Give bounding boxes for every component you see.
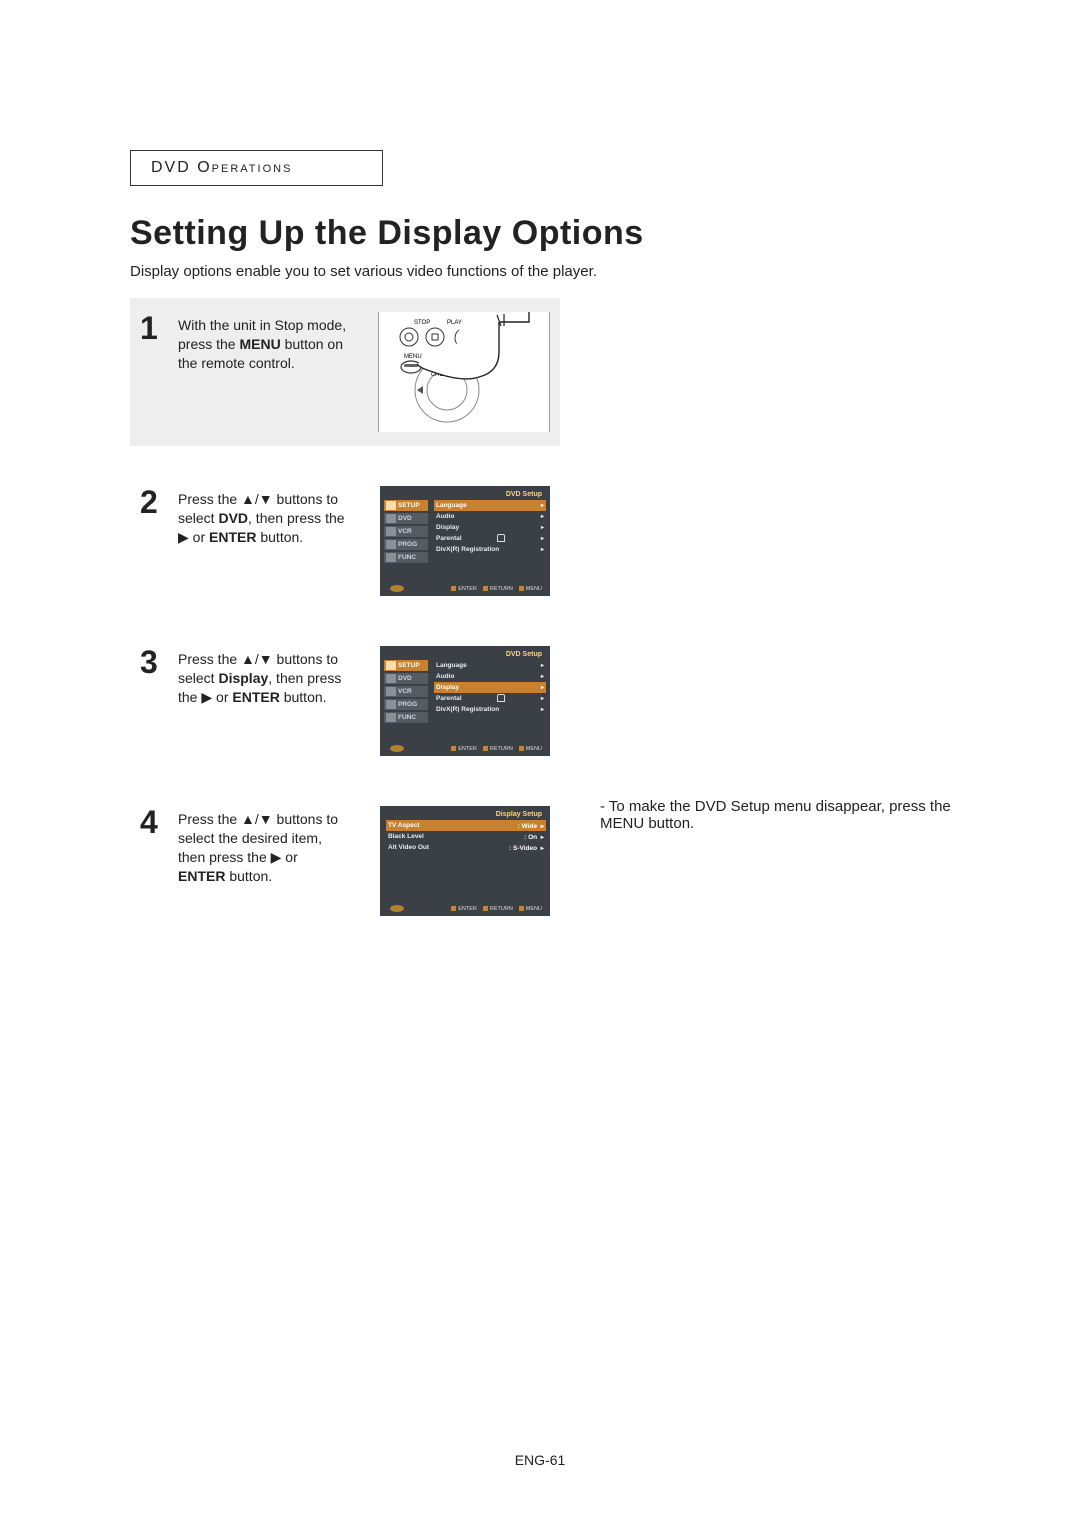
intro-text: Display options enable you to set variou… [130,263,960,280]
note-text: - To make the DVD Setup menu disappear, … [600,798,960,832]
osd-tab-prog: PROG [384,699,428,710]
step-2: 2 Press the ▲/▼ buttons to select DVD, t… [130,476,560,606]
step-1: 1 With the unit in Stop mode, press the … [130,298,560,446]
right-icon: ▶ [271,849,282,865]
ufo-icon [390,745,404,752]
step-number: 3 [140,646,166,678]
manual-page: DVD Operations Setting Up the Display Op… [0,0,1080,1528]
osd-item-parental: Parental▸ [434,693,546,704]
osd-tab-dvd: DVD [384,513,428,524]
play-label: PLAY [447,320,462,326]
menu-label: MENU [404,354,422,360]
osd-item-display: Display▸ [434,682,546,693]
section-tag-text: DVD Operations [151,159,292,176]
osd-tab-func: FUNC [384,552,428,563]
osd-tabs: SETUP DVD VCR PROG FUNC [384,500,428,582]
osd-item-audio: Audio▸ [434,671,546,682]
step-1-text: With the unit in Stop mode, press the ME… [178,316,348,373]
osd-tab-vcr: VCR [384,686,428,697]
screenshot-step4: Display Setup TV Aspect: Wide ▸ Black Le… [380,806,550,916]
step-number: 2 [140,486,166,518]
content-columns: 1 With the unit in Stop mode, press the … [130,298,960,956]
osd-item-language: Language▸ [434,500,546,511]
step-number: 1 [140,312,166,344]
down-icon: ▼ [259,491,273,507]
step-4: 4 Press the ▲/▼ buttons to select the de… [130,796,560,926]
osd-display-setup: Display Setup TV Aspect: Wide ▸ Black Le… [380,806,550,916]
osd-row-tvaspect: TV Aspect: Wide ▸ [386,820,546,831]
osd-footer: ENTER RETURN MENU [384,582,546,592]
notes-column: - To make the DVD Setup menu disappear, … [600,298,960,956]
up-icon: ▲ [241,491,255,507]
lock-icon [497,694,505,702]
osd-item-language: Language▸ [434,660,546,671]
osd-item-display: Display▸ [434,522,546,533]
step-3-text: Press the ▲/▼ buttons to select Display,… [178,650,348,707]
ufo-icon [390,905,404,912]
step-4-text: Press the ▲/▼ buttons to select the desi… [178,810,348,886]
page-number: ENG-61 [0,1452,1080,1468]
osd-item-divx: DivX(R) Registration▸ [434,704,546,715]
down-icon: ▼ [259,811,273,827]
step-2-text: Press the ▲/▼ buttons to select DVD, the… [178,490,348,547]
osd-tab-func: FUNC [384,712,428,723]
step-number: 4 [140,806,166,838]
up-icon: ▲ [241,811,255,827]
down-icon: ▼ [259,651,273,667]
osd-title: DVD Setup [384,650,546,660]
osd-tab-vcr: VCR [384,526,428,537]
osd-row-blacklevel: Black Level: On ▸ [386,831,546,842]
screenshot-step2: DVD Setup SETUP DVD VCR PROG FUNC [380,486,550,596]
osd-tab-prog: PROG [384,539,428,550]
osd-title: Display Setup [384,810,546,820]
stop-label: STOP [414,320,430,326]
up-icon: ▲ [241,651,255,667]
screenshot-step3: DVD Setup SETUP DVD VCR PROG FUNC [380,646,550,756]
osd-item-audio: Audio▸ [434,511,546,522]
step-3: 3 Press the ▲/▼ buttons to select Displa… [130,636,560,766]
osd-dvd-setup: DVD Setup SETUP DVD VCR PROG FUNC [380,486,550,596]
osd-tab-setup: SETUP [384,660,428,671]
remote-diagram: STOP PLAY MENU [378,312,550,432]
page-title: Setting Up the Display Options [130,214,960,253]
osd-item-parental: Parental▸ [434,533,546,544]
osd-title: DVD Setup [384,490,546,500]
steps-column: 1 With the unit in Stop mode, press the … [130,298,560,956]
osd-tab-dvd: DVD [384,673,428,684]
section-tag: DVD Operations [130,150,383,186]
osd-tab-setup: SETUP [384,500,428,511]
ufo-icon [390,585,404,592]
osd-item-divx: DivX(R) Registration▸ [434,544,546,555]
right-icon: ▶ [201,689,212,705]
lock-icon [497,534,505,542]
right-icon: ▶ [178,529,189,545]
osd-dvd-setup: DVD Setup SETUP DVD VCR PROG FUNC [380,646,550,756]
osd-row-altvideo: Alt Video Out: S-Video ▸ [386,842,546,853]
